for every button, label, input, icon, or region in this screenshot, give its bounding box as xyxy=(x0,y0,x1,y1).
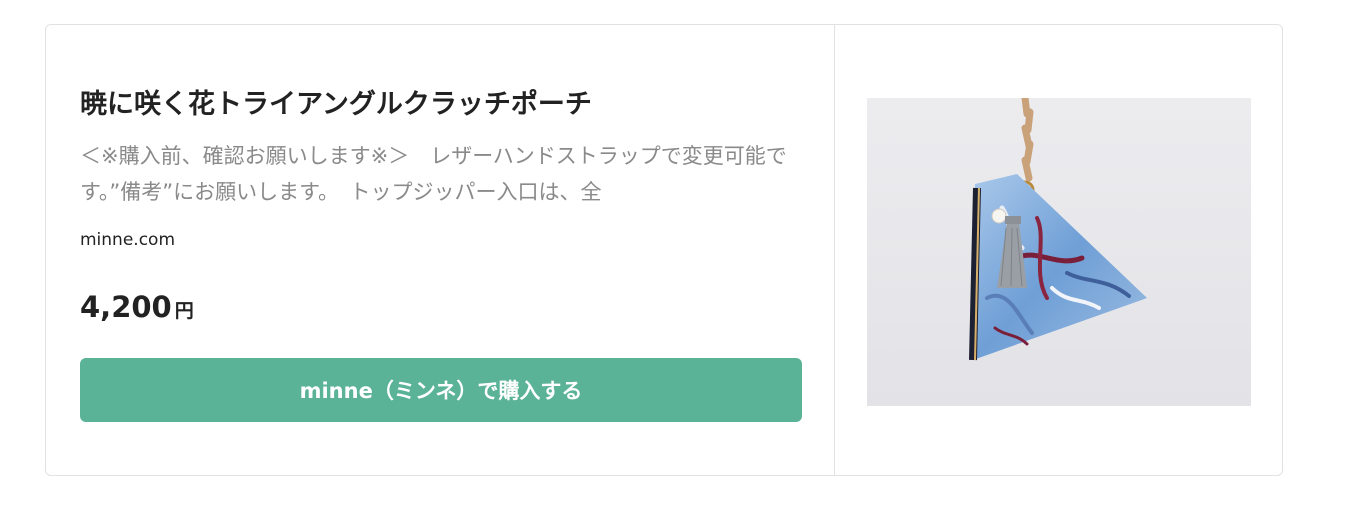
product-title[interactable]: 暁に咲く花トライアングルクラッチポーチ xyxy=(80,85,802,125)
buy-on-minne-button[interactable]: minne（ミンネ）で購入する xyxy=(80,358,802,422)
product-link-card[interactable]: 暁に咲く花トライアングルクラッチポーチ ＜※購入前、確認お願いします※＞ レザー… xyxy=(45,24,1283,476)
product-image[interactable] xyxy=(867,98,1251,406)
product-image-pane xyxy=(835,25,1282,475)
triangle-pouch-photo-icon xyxy=(867,98,1251,406)
price-unit: 円 xyxy=(174,300,194,322)
product-info: 暁に咲く花トライアングルクラッチポーチ ＜※購入前、確認お願いします※＞ レザー… xyxy=(46,25,835,475)
price-amount: 4,200 xyxy=(80,290,172,324)
product-price: 4,200 円 xyxy=(80,290,802,324)
source-domain: minne.com xyxy=(80,230,176,250)
product-description: ＜※購入前、確認お願いします※＞ レザーハンドストラップで変更可能です。”備考”… xyxy=(80,144,787,204)
